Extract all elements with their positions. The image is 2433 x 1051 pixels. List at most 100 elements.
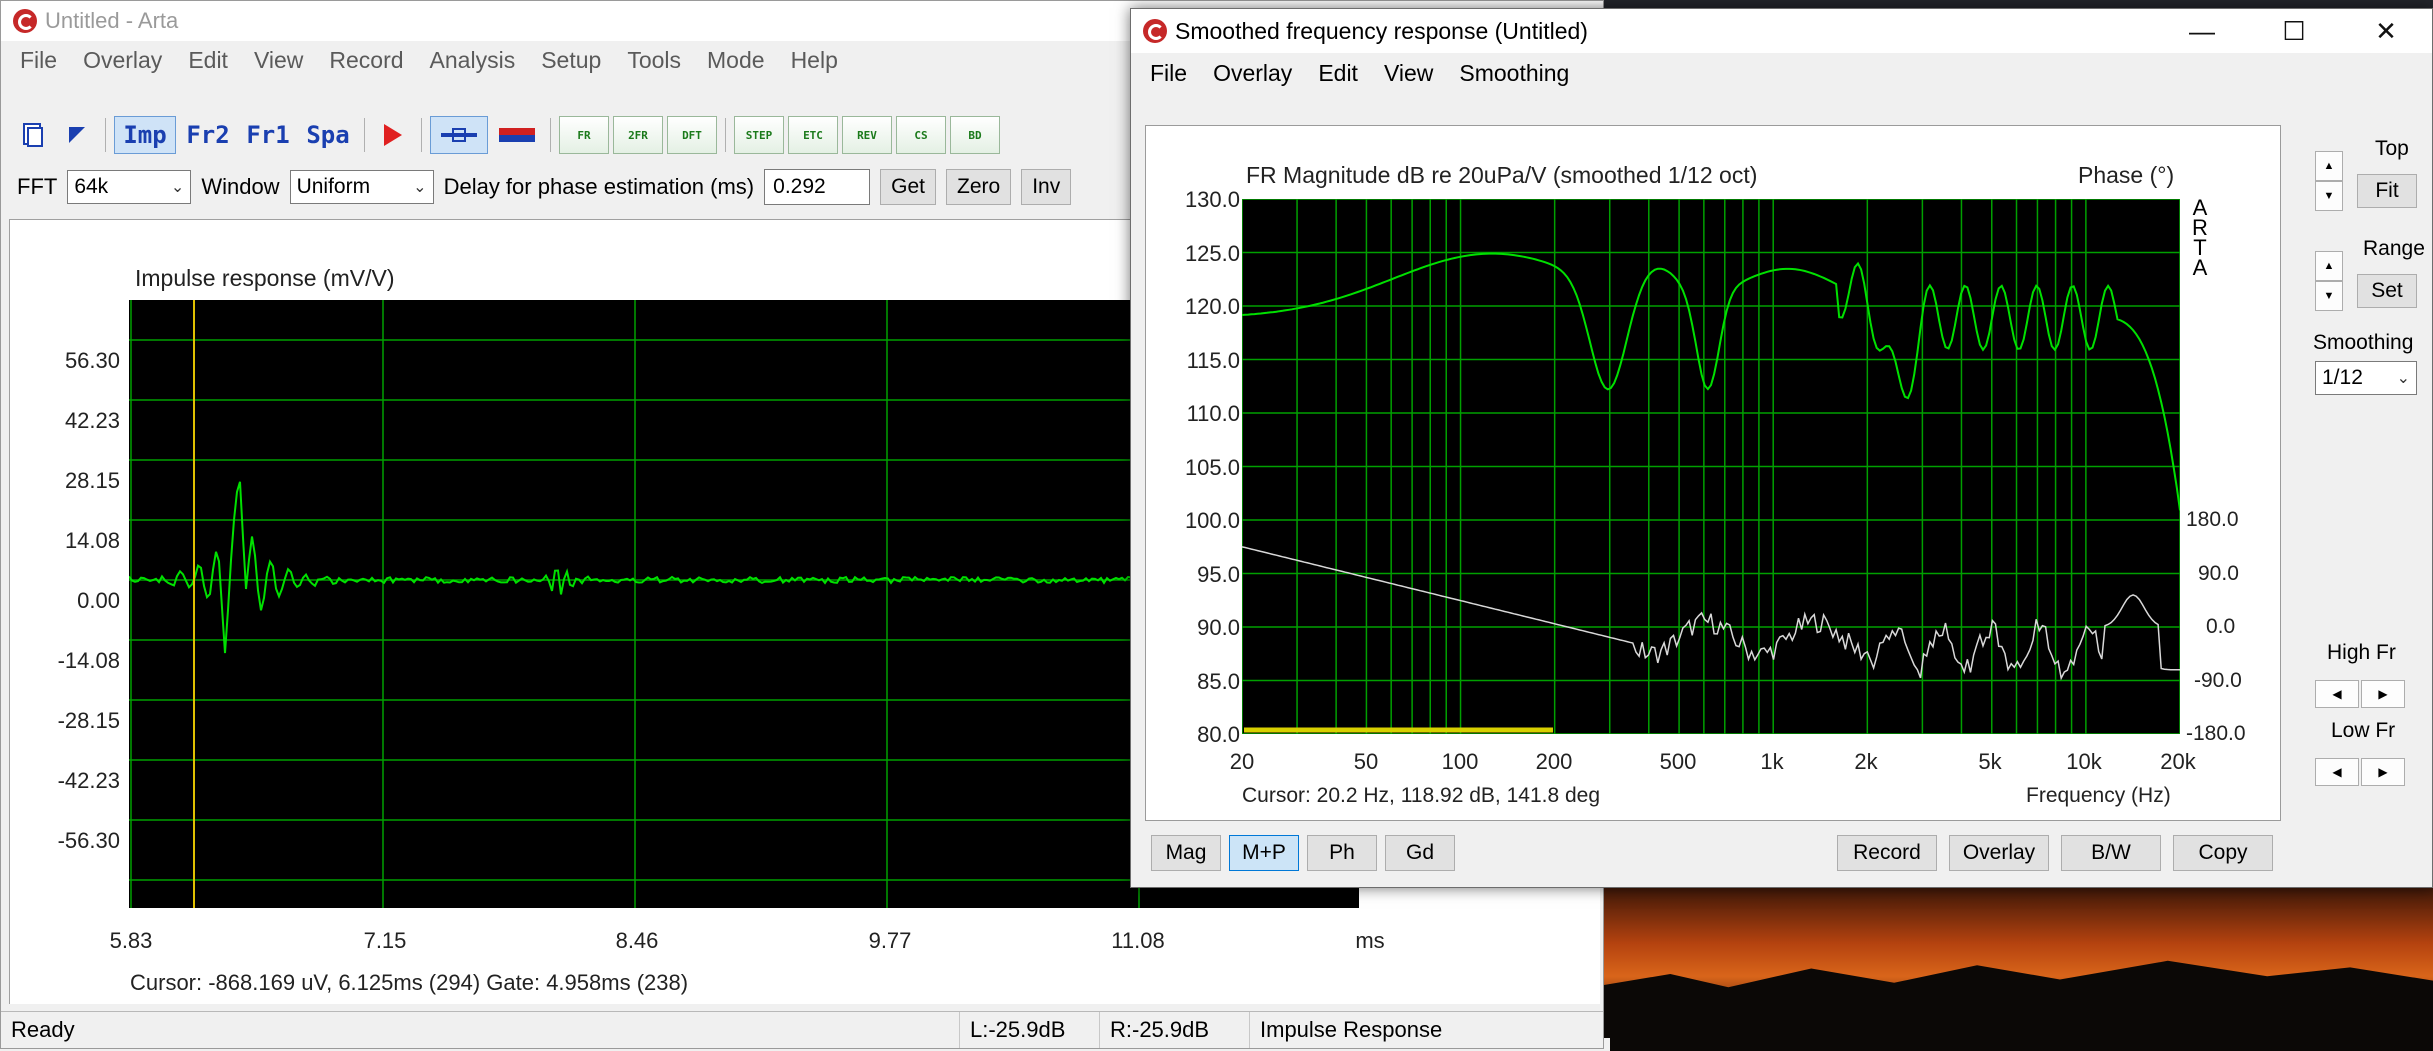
range-down-arrow-icon[interactable]: ▼ xyxy=(2315,281,2343,311)
top-down-arrow-icon[interactable]: ▼ xyxy=(2315,181,2343,211)
analysis-controls-bar: FFT 64k ⌄ Window Uniform ⌄ Delay for pha… xyxy=(3,164,1157,210)
fr-menu-view[interactable]: View xyxy=(1371,60,1446,87)
imp-y-tick: -28.15 xyxy=(57,708,120,733)
frequency-response-plot[interactable] xyxy=(1242,199,2180,734)
fr-y-tick: 120.0 xyxy=(1184,294,1240,319)
frequency-axis-label: Frequency (Hz) xyxy=(2026,784,2171,807)
fr-y-tick: 80.0 xyxy=(1197,722,1240,747)
rev-tool-button[interactable]: REV xyxy=(842,116,892,154)
high-fr-right-arrow-icon[interactable]: ▶ xyxy=(2361,680,2405,708)
open-arrow-icon[interactable] xyxy=(57,116,97,154)
fr-y-tick: 100.0 xyxy=(1184,508,1240,533)
minimize-icon[interactable]: — xyxy=(2156,9,2248,53)
mag-button[interactable]: Mag xyxy=(1151,835,1221,871)
imp-mode-button[interactable]: Imp xyxy=(114,116,176,154)
fr-y-tick: 90.0 xyxy=(1197,615,1240,640)
mag-phase-button[interactable]: M+P xyxy=(1229,835,1299,871)
delay-input[interactable]: 0.292 xyxy=(764,169,871,205)
fr-menu-file[interactable]: File xyxy=(1137,60,1200,87)
bw-button[interactable]: B/W xyxy=(2061,835,2161,871)
menu-help[interactable]: Help xyxy=(778,47,851,74)
set-button[interactable]: Set xyxy=(2357,274,2417,308)
fr1-mode-button[interactable]: Fr1 xyxy=(240,116,296,154)
imp-x-unit: ms xyxy=(1355,928,1385,953)
bd-tool-button[interactable]: BD xyxy=(950,116,1000,154)
cs-tool-button[interactable]: CS xyxy=(896,116,946,154)
menu-analysis[interactable]: Analysis xyxy=(417,47,529,74)
imp-y-tick: -14.08 xyxy=(57,648,120,673)
arta-app-icon xyxy=(13,9,37,33)
fr-menu-overlay[interactable]: Overlay xyxy=(1200,60,1305,87)
window-type-value: Uniform xyxy=(296,175,371,198)
fr-y-tick: 125.0 xyxy=(1184,241,1240,266)
zero-button[interactable]: Zero xyxy=(946,169,1012,205)
close-icon[interactable]: ✕ xyxy=(2340,9,2432,53)
fr-y-tick: 105.0 xyxy=(1184,455,1240,480)
spa-mode-button[interactable]: Spa xyxy=(300,116,356,154)
probe-icon[interactable] xyxy=(430,116,488,154)
fr-title-bar[interactable]: Smoothed frequency response (Untitled) —… xyxy=(1131,9,2432,53)
fft-label: FFT xyxy=(17,174,58,199)
fr-y-tick: 85.0 xyxy=(1197,669,1240,694)
main-window-title: Untitled - Arta xyxy=(45,8,179,33)
fr-window-title: Smoothed frequency response (Untitled) xyxy=(1175,17,1588,44)
record-play-button[interactable] xyxy=(373,116,413,154)
arta-app-icon xyxy=(1143,19,1167,43)
top-up-arrow-icon[interactable]: ▲ xyxy=(2315,151,2343,181)
step-tool-button[interactable]: STEP xyxy=(734,116,784,154)
group-delay-button[interactable]: Gd xyxy=(1385,835,1455,871)
generator-icon[interactable] xyxy=(492,116,542,154)
fr-y-tick: 95.0 xyxy=(1197,562,1240,587)
menu-overlay[interactable]: Overlay xyxy=(70,47,175,74)
window-type-select[interactable]: Uniform ⌄ xyxy=(289,170,434,204)
menu-record[interactable]: Record xyxy=(316,47,416,74)
fr2-mode-button[interactable]: Fr2 xyxy=(180,116,236,154)
overlay-button[interactable]: Overlay xyxy=(1949,835,2049,871)
fr-tool-button[interactable]: FR xyxy=(559,116,609,154)
status-right-level: R:-25.9dB xyxy=(1099,1012,1249,1048)
imp-y-tick: -56.30 xyxy=(57,828,120,853)
maximize-icon[interactable]: ☐ xyxy=(2248,9,2340,53)
toolbar-separator xyxy=(105,118,106,152)
menu-setup[interactable]: Setup xyxy=(528,47,614,74)
get-button[interactable]: Get xyxy=(880,169,936,205)
chevron-down-icon: ⌄ xyxy=(2396,370,2410,387)
imp-y-tick: 56.30 xyxy=(64,348,120,373)
new-file-icon[interactable] xyxy=(13,116,53,154)
fft-size-select[interactable]: 64k ⌄ xyxy=(67,170,192,204)
fr-plot-frame: FR Magnitude dB re 20uPa/V (smoothed 1/1… xyxy=(1145,125,2281,821)
fit-button[interactable]: Fit xyxy=(2357,174,2417,208)
fr-y-tick: 130.0 xyxy=(1184,187,1240,212)
menu-edit[interactable]: Edit xyxy=(175,47,241,74)
fr-x-tick: 20k xyxy=(2160,749,2196,774)
status-ready: Ready xyxy=(11,1017,75,1042)
range-up-arrow-icon[interactable]: ▲ xyxy=(2315,251,2343,281)
low-fr-label: Low Fr xyxy=(2331,719,2396,742)
smoothing-select[interactable]: 1/12 ⌄ xyxy=(2315,361,2417,395)
fr-menu-smoothing[interactable]: Smoothing xyxy=(1446,60,1582,87)
impulse-plot-title: Impulse response (mV/V) xyxy=(135,265,395,291)
imp-y-tick: 0.00 xyxy=(77,588,120,613)
menu-file[interactable]: File xyxy=(7,47,70,74)
copy-button[interactable]: Copy xyxy=(2173,835,2273,871)
phase-button[interactable]: Ph xyxy=(1307,835,1377,871)
fr-menu-edit[interactable]: Edit xyxy=(1305,60,1371,87)
fr-x-tick: 100 xyxy=(1441,749,1479,774)
imp-y-tick: -42.23 xyxy=(57,768,120,793)
phase-tick: 0.0 xyxy=(2206,615,2236,638)
high-fr-left-arrow-icon[interactable]: ◀ xyxy=(2315,680,2359,708)
dft-tool-button[interactable]: DFT xyxy=(667,116,717,154)
record-button[interactable]: Record xyxy=(1837,835,1937,871)
etc-tool-button[interactable]: ETC xyxy=(788,116,838,154)
toolbar-separator xyxy=(364,118,365,152)
imp-x-tick: 7.15 xyxy=(363,928,407,953)
menu-tools[interactable]: Tools xyxy=(614,47,694,74)
2fr-tool-button[interactable]: 2FR xyxy=(613,116,663,154)
menu-mode[interactable]: Mode xyxy=(694,47,778,74)
menu-view[interactable]: View xyxy=(241,47,316,74)
low-fr-right-arrow-icon[interactable]: ▶ xyxy=(2361,758,2405,786)
fr-side-panel: ▲ ▼ Top Fit ▲ ▼ Range Set Smoothing 1/12… xyxy=(2307,125,2427,825)
inv-button[interactable]: Inv xyxy=(1021,169,1072,205)
low-fr-left-arrow-icon[interactable]: ◀ xyxy=(2315,758,2359,786)
imp-y-tick: 42.23 xyxy=(64,408,120,433)
